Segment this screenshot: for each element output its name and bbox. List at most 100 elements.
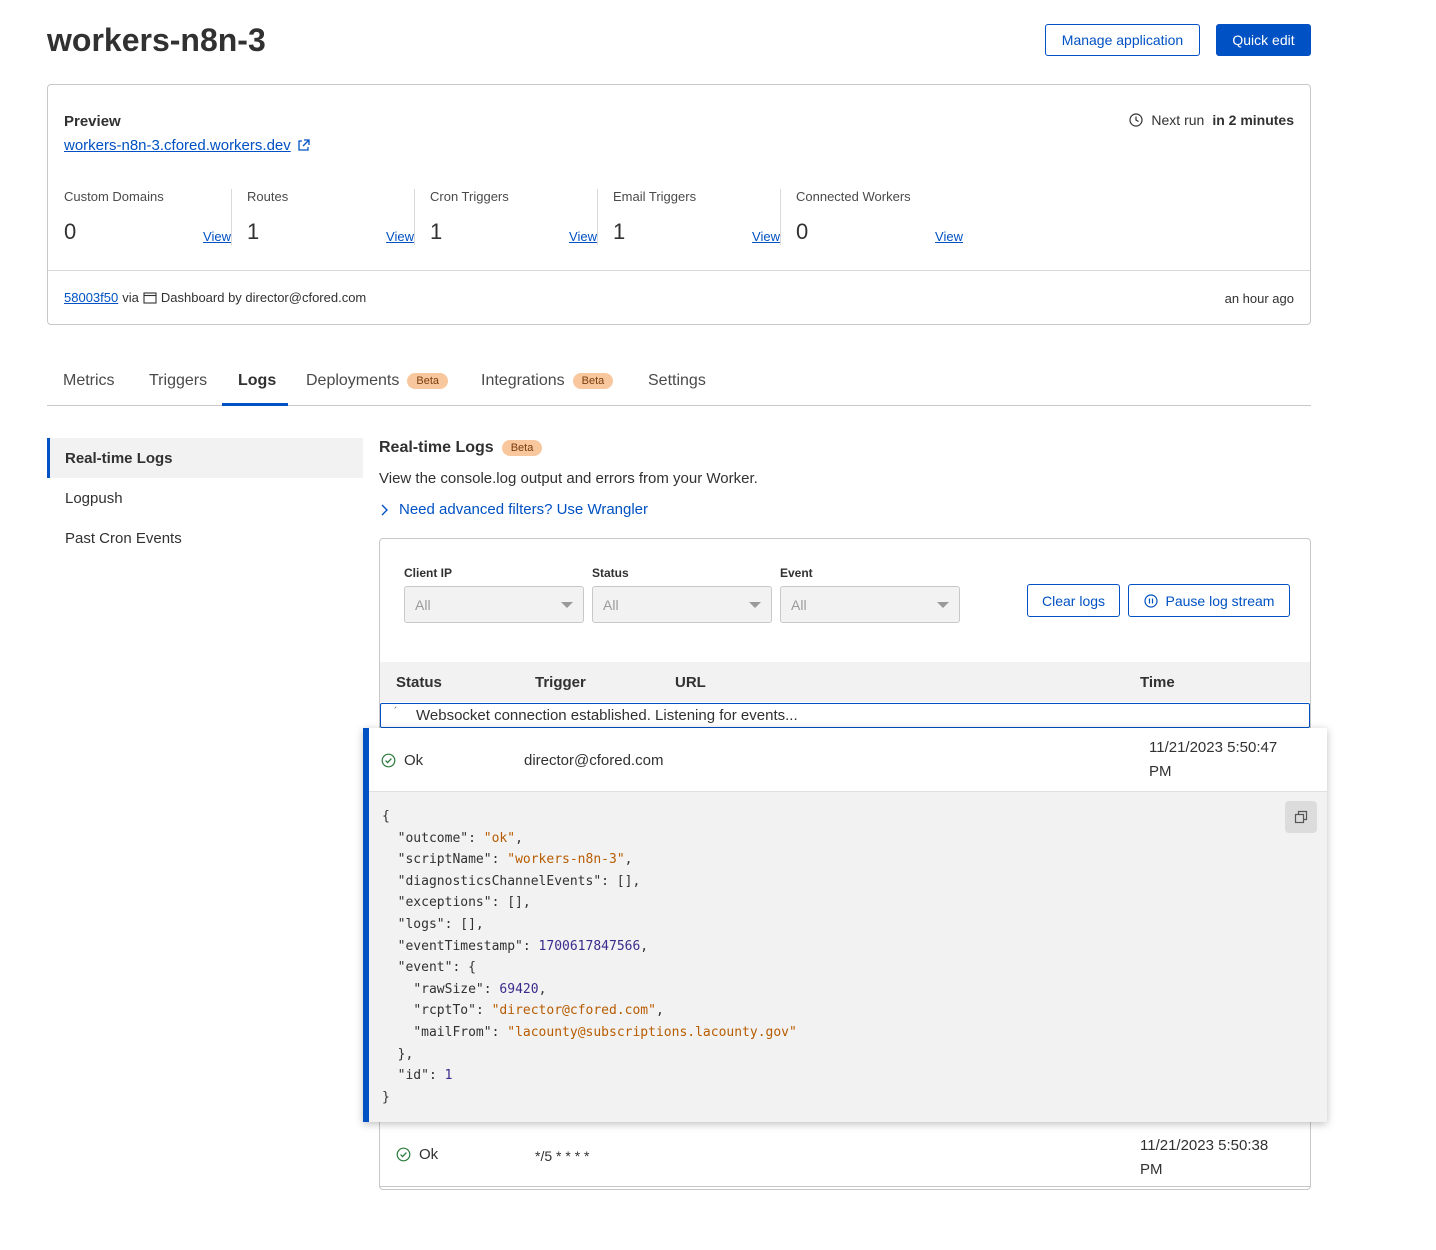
card-divider — [48, 270, 1310, 271]
deployment-source: Dashboard by director@cfored.com — [160, 290, 367, 305]
tab-deployments[interactable]: Deployments Beta — [306, 372, 449, 390]
time-cell: 11/21/2023 5:50:38 PM — [1140, 1134, 1268, 1182]
tab-integrations[interactable]: Integrations Beta — [481, 372, 614, 390]
column-status: Status — [396, 674, 442, 691]
beta-badge: Beta — [407, 373, 449, 389]
filter-label-status: Status — [592, 566, 629, 580]
preview-url-link[interactable]: workers-n8n-3.cfored.workers.dev — [64, 137, 310, 154]
column-url: URL — [675, 674, 706, 691]
pause-log-stream-button[interactable]: Pause log stream — [1128, 584, 1290, 617]
realtime-logs-heading: Real-time Logs Beta — [379, 439, 543, 457]
active-tab-indicator — [222, 403, 288, 406]
clock-icon — [1129, 113, 1143, 127]
stat-value: 0 — [796, 219, 809, 244]
stat-value: 1 — [613, 219, 626, 244]
status-text: Ok — [404, 752, 424, 769]
tick-mark: ´ — [394, 706, 398, 718]
select-value: All — [603, 596, 619, 613]
preview-url-text: workers-n8n-3.cfored.workers.dev — [64, 137, 291, 154]
view-email-triggers-link[interactable]: View — [752, 229, 780, 244]
check-circle-icon — [381, 753, 396, 768]
preview-label: Preview — [64, 113, 121, 130]
sidenav-item-realtime-logs[interactable]: Real-time Logs — [47, 438, 363, 478]
tab-metrics[interactable]: Metrics — [63, 372, 115, 390]
realtime-logs-description: View the console.log output and errors f… — [379, 470, 758, 487]
log-json-viewer: { "outcome": "ok", "scriptName": "worker… — [369, 792, 1327, 1122]
stat-divider — [414, 189, 415, 245]
json-id: 1 — [444, 1068, 453, 1084]
stat-divider — [597, 189, 598, 245]
overview-card: Preview workers-n8n-3.cfored.workers.dev… — [47, 84, 1311, 325]
websocket-status-banner: ´ Websocket connection established. List… — [380, 703, 1310, 728]
websocket-status-text: Websocket connection established. Listen… — [416, 707, 798, 724]
client-ip-select[interactable]: All — [404, 586, 584, 623]
filter-label-client-ip: Client IP — [404, 566, 453, 580]
stat-label: Connected Workers — [796, 189, 911, 204]
view-custom-domains-link[interactable]: View — [203, 229, 231, 244]
logs-sidenav: Real-time Logs Logpush Past Cron Events — [47, 438, 363, 558]
select-value: All — [791, 596, 807, 613]
select-value: All — [415, 596, 431, 613]
pause-log-stream-label: Pause log stream — [1165, 592, 1275, 609]
column-time: Time — [1140, 674, 1175, 691]
dashboard-icon — [143, 291, 157, 304]
check-circle-icon — [396, 1147, 411, 1162]
trigger-cell: */5 * * * * — [535, 1148, 590, 1164]
time-ampm: PM — [1140, 1161, 1163, 1178]
stat-value: 0 — [64, 219, 77, 244]
stat-custom-domains: Custom Domains 0 View — [64, 189, 247, 249]
expanded-log-header[interactable]: Ok director@cfored.com 11/21/2023 5:50:4… — [369, 728, 1327, 792]
advanced-filters-toggle[interactable]: Need advanced filters? Use Wrangler — [379, 501, 648, 518]
pause-icon — [1143, 593, 1158, 608]
filter-label-event: Event — [780, 566, 813, 580]
time-date: 11/21/2023 5:50:38 — [1140, 1137, 1269, 1154]
chevron-down-icon — [937, 602, 949, 608]
clear-logs-button[interactable]: Clear logs — [1027, 584, 1120, 617]
logs-table-header: Status Trigger URL Time — [380, 662, 1310, 702]
quick-edit-button[interactable]: Quick edit — [1216, 24, 1311, 56]
sidenav-item-logpush[interactable]: Logpush — [47, 478, 363, 518]
table-row[interactable]: Ok */5 * * * * 11/21/2023 5:50:38 PM — [380, 1119, 1310, 1187]
stat-connected-workers: Connected Workers 0 View — [796, 189, 979, 249]
json-raw-size: 69420 — [499, 981, 539, 997]
tab-label: Integrations — [481, 372, 565, 389]
tab-bar: Metrics Triggers Logs Deployments Beta In… — [47, 360, 1311, 406]
deployment-via: via — [122, 290, 139, 305]
json-rcpt-to: director@cfored.com — [499, 1003, 649, 1019]
stat-divider — [231, 189, 232, 245]
stat-cron-triggers: Cron Triggers 1 View — [430, 189, 613, 249]
copy-json-button[interactable] — [1285, 801, 1317, 833]
stat-label: Email Triggers — [613, 189, 697, 204]
deployment-hash-link[interactable]: 58003f50 — [64, 290, 118, 305]
stat-email-triggers: Email Triggers 1 View — [613, 189, 796, 249]
json-event-timestamp: 1700617847566 — [538, 938, 641, 954]
tab-label: Deployments — [306, 372, 400, 389]
deployment-info: 58003f50 via Dashboard by director@cfore… — [64, 290, 366, 305]
json-mail-from: lacounty@subscriptions.lacounty.gov — [515, 1024, 790, 1040]
manage-application-button[interactable]: Manage application — [1045, 24, 1200, 56]
chevron-right-icon — [381, 504, 388, 515]
tab-settings[interactable]: Settings — [648, 372, 706, 390]
beta-badge: Beta — [501, 440, 543, 456]
json-outcome: ok — [491, 830, 508, 846]
tab-triggers[interactable]: Triggers — [149, 372, 207, 390]
next-run-prefix: Next run — [1151, 112, 1205, 128]
beta-badge: Beta — [572, 373, 614, 389]
status-cell: Ok — [381, 752, 423, 769]
expanded-log-entry[interactable]: Ok director@cfored.com 11/21/2023 5:50:4… — [363, 728, 1327, 1122]
stat-routes: Routes 1 View — [247, 189, 430, 249]
status-cell: Ok — [396, 1146, 438, 1163]
log-json-content: { "outcome": "ok", "scriptName": "worker… — [382, 809, 797, 1105]
view-routes-link[interactable]: View — [386, 229, 414, 244]
stat-divider — [780, 189, 781, 245]
event-select[interactable]: All — [780, 586, 960, 623]
stat-value: 1 — [430, 219, 443, 244]
view-connected-workers-link[interactable]: View — [935, 229, 963, 244]
view-cron-triggers-link[interactable]: View — [569, 229, 597, 244]
status-select[interactable]: All — [592, 586, 772, 623]
stat-label: Cron Triggers — [430, 189, 509, 204]
time-date: 11/21/2023 5:50:47 — [1149, 739, 1278, 756]
sidenav-item-past-cron-events[interactable]: Past Cron Events — [47, 518, 363, 558]
advanced-filters-label: Need advanced filters? Use Wrangler — [399, 501, 649, 518]
tab-logs[interactable]: Logs — [238, 372, 276, 390]
